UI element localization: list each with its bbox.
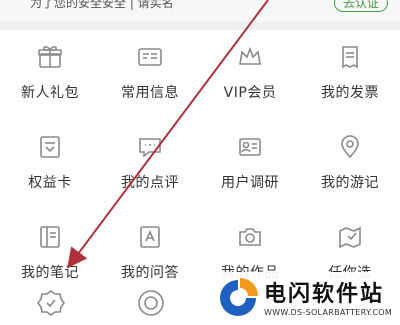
grid-item-label: 我的游记 — [321, 175, 379, 191]
badge-icon[interactable] — [36, 288, 66, 318]
grid-item-label: 权益卡 — [28, 175, 72, 191]
watermark-title: 电闪软件站 — [264, 282, 385, 307]
site-logo-icon — [220, 278, 258, 316]
grid-item-label: 我的点评 — [121, 175, 179, 191]
grid-item-travel-notes[interactable]: 我的游记 — [300, 120, 400, 210]
grid-item-label: 常用信息 — [121, 85, 179, 101]
grid-item-label: 新人礼包 — [21, 85, 79, 101]
grid-item-label: VIP会员 — [223, 85, 277, 101]
grid-item-common-info[interactable]: 常用信息 — [100, 30, 200, 120]
invoice-icon — [335, 42, 365, 72]
grid-item-my-qa[interactable]: 我的问答 — [100, 210, 200, 300]
grid-item-user-survey[interactable]: 用户调研 — [200, 120, 300, 210]
grid-item-vip[interactable]: VIP会员 — [200, 30, 300, 120]
grid-item-label: 我的问答 — [121, 265, 179, 281]
comment-icon — [135, 132, 165, 162]
gift-icon — [35, 42, 65, 72]
qa-icon — [135, 222, 165, 252]
map-icon — [335, 222, 365, 252]
coupon-icon[interactable] — [136, 288, 166, 318]
grid-item-label: 我的笔记 — [21, 265, 79, 281]
watermark: 电闪软件站 WWW.DS-SOLARBATTERY.COM — [210, 272, 400, 325]
camera-icon — [235, 222, 265, 252]
top-banner: 为了您的安全安全 | 请实名 去认证 — [0, 0, 400, 22]
grid-item-label: 用户调研 — [221, 175, 279, 191]
banner-text: 为了您的安全安全 | 请实名 — [30, 0, 174, 10]
grid-item-benefit-card[interactable]: 权益卡 — [0, 120, 100, 210]
id-card-icon — [135, 42, 165, 72]
grid-item-new-user-gift[interactable]: 新人礼包 — [0, 30, 100, 120]
verify-link[interactable]: 去认证 — [333, 0, 388, 12]
crown-icon — [235, 42, 265, 72]
card-icon — [35, 132, 65, 162]
notebook-icon — [35, 222, 65, 252]
grid-item-invoice[interactable]: 我的发票 — [300, 30, 400, 120]
grid-item-label: 我的发票 — [321, 85, 379, 101]
survey-icon — [235, 132, 265, 162]
grid-item-my-notes[interactable]: 我的笔记 — [0, 210, 100, 300]
grid-item-my-reviews[interactable]: 我的点评 — [100, 120, 200, 210]
location-pin-icon — [335, 132, 365, 162]
watermark-url: WWW.DS-SOLARBATTERY.COM — [264, 308, 393, 317]
